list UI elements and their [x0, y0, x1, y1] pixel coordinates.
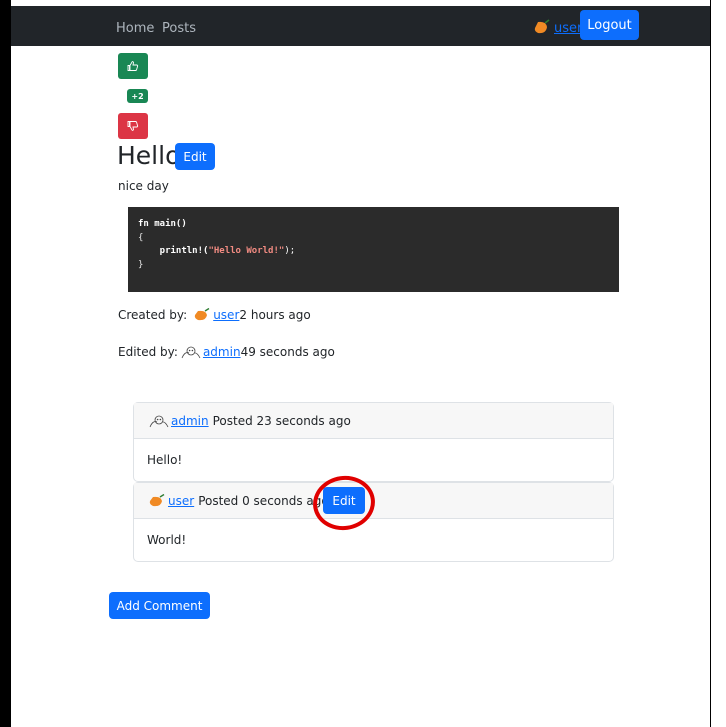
window-right-border	[710, 0, 711, 727]
add-comment-button[interactable]: Add Comment	[109, 592, 210, 619]
comments-list: admin Posted 23 seconds ago Hello! user …	[133, 402, 614, 562]
nav-home-link[interactable]: Home	[116, 21, 154, 36]
admin-avatar-icon	[181, 346, 201, 359]
user-avatar-icon	[534, 19, 550, 34]
created-time: 2 hours ago	[239, 308, 311, 322]
created-by-label: Created by:	[118, 308, 188, 322]
comment-header: admin Posted 23 seconds ago	[134, 403, 613, 439]
code-line-1: fn main()	[138, 219, 187, 229]
code-block: fn main() { println!("Hello World!"); }	[128, 207, 619, 292]
comment-author-link[interactable]: user	[168, 494, 194, 508]
comment-author-link[interactable]: admin	[171, 414, 209, 428]
comment-body: Hello!	[147, 453, 183, 467]
user-avatar-icon	[195, 308, 210, 321]
edited-by-line: Edited by: admin 49 seconds ago	[118, 345, 335, 359]
edited-by-label: Edited by:	[118, 345, 178, 359]
code-line-2: {	[138, 232, 144, 243]
code-line-4: }	[138, 259, 144, 270]
comment-body: World!	[147, 533, 187, 547]
edit-comment-button[interactable]: Edit	[323, 487, 365, 514]
thumbs-down-icon	[127, 121, 139, 131]
edit-post-button[interactable]: Edit	[175, 143, 215, 170]
admin-avatar-icon	[149, 415, 169, 427]
logout-button[interactable]: Logout	[580, 10, 639, 40]
user-avatar-icon	[149, 493, 165, 506]
thumbs-up-icon	[127, 61, 139, 71]
vote-score-badge: +2	[127, 89, 148, 103]
edited-time: 49 seconds ago	[240, 345, 335, 359]
window-left-border	[0, 0, 11, 727]
comment-card: user Posted 0 seconds ago Edit World!	[133, 482, 614, 562]
nav-user-link[interactable]: user	[554, 21, 582, 36]
created-by-user-link[interactable]: user	[213, 308, 239, 322]
comment-card: admin Posted 23 seconds ago Hello!	[133, 402, 614, 482]
comment-posted-time: Posted 23 seconds ago	[212, 413, 351, 428]
nav-posts-link[interactable]: Posts	[162, 21, 196, 36]
upvote-button[interactable]	[118, 53, 148, 79]
post-title: Hello	[117, 141, 181, 170]
code-line-3: println!("Hello World!");	[138, 246, 296, 256]
created-by-line: Created by: user 2 hours ago	[118, 308, 311, 322]
downvote-button[interactable]	[118, 113, 148, 139]
comment-header: user Posted 0 seconds ago Edit	[134, 483, 613, 519]
post-body: nice day	[118, 179, 169, 193]
comment-posted-time: Posted 0 seconds ago	[198, 493, 329, 508]
edited-by-user-link[interactable]: admin	[203, 345, 241, 359]
navbar: Home Posts user Logout	[11, 6, 710, 46]
